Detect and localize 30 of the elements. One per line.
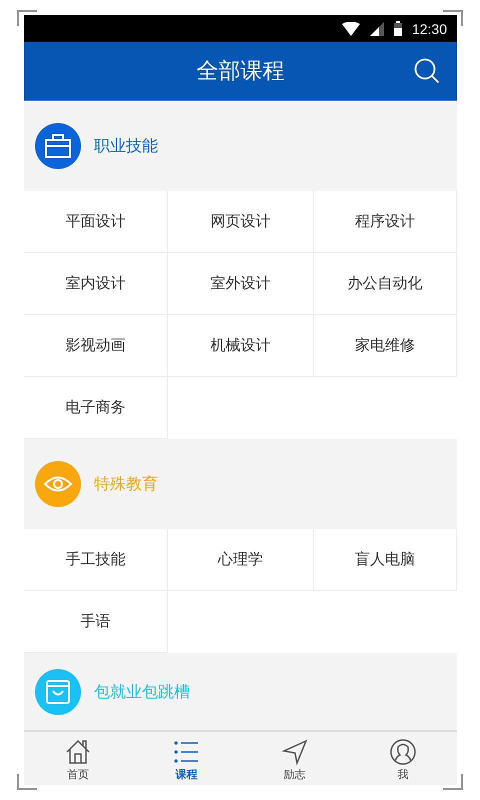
category-title: 职业技能	[94, 136, 158, 156]
category-title: 特殊教育	[94, 474, 158, 494]
course-item[interactable]: 电子商务	[24, 377, 168, 439]
header-title: 全部课程	[196, 58, 284, 86]
course-item[interactable]: 心理学	[168, 529, 314, 591]
home-icon	[64, 738, 92, 766]
course-item[interactable]: 盲人电脑	[314, 529, 457, 591]
course-item[interactable]: 网页设计	[168, 191, 314, 253]
course-item[interactable]: 室内设计	[24, 253, 168, 315]
course-item[interactable]: 平面设计	[24, 191, 168, 253]
course-item[interactable]: 手工技能	[24, 529, 168, 591]
navigation-arrow-icon	[280, 738, 309, 766]
course-item[interactable]: 家电维修	[314, 315, 457, 377]
tab-item[interactable]: 我	[348, 732, 457, 785]
course-item[interactable]: 程序设计	[314, 191, 457, 253]
battery-icon	[394, 21, 402, 36]
category-title: 包就业包跳槽	[94, 682, 190, 702]
tab-item[interactable]: 首页	[24, 732, 132, 785]
course-item[interactable]: 办公自动化	[314, 253, 457, 315]
status-time: 12:30	[412, 20, 447, 36]
course-item[interactable]: 室外设计	[168, 253, 314, 315]
tab-item[interactable]: 励志	[240, 732, 349, 785]
search-icon[interactable]	[414, 58, 440, 84]
wifi-icon	[342, 22, 360, 36]
course-item[interactable]: 机械设计	[168, 315, 314, 377]
tab-item[interactable]: 课程	[132, 732, 240, 785]
user-icon	[388, 738, 417, 766]
course-item[interactable]: 影视动画	[24, 315, 168, 377]
course-item[interactable]: 手语	[24, 591, 168, 653]
signal-icon	[370, 22, 384, 36]
